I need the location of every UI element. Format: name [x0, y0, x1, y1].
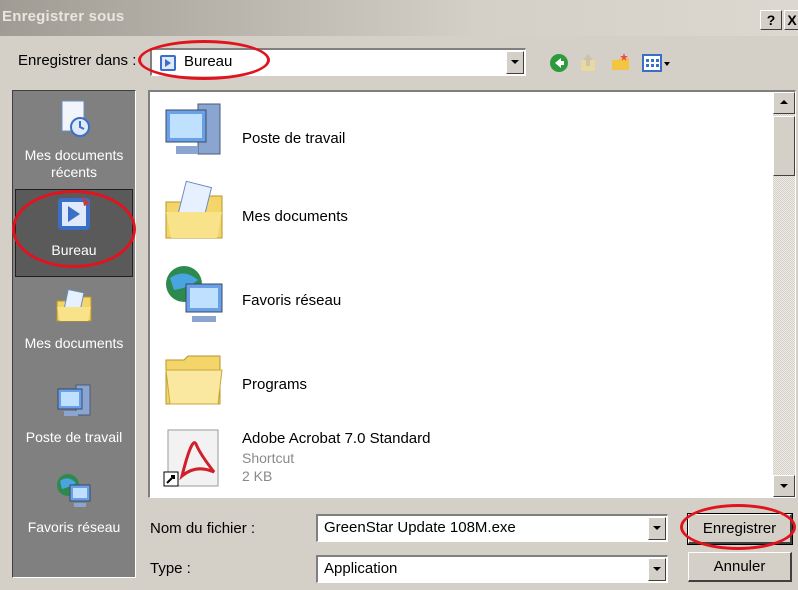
- scroll-thumb[interactable]: [773, 116, 795, 176]
- filename-label: Nom du fichier :: [150, 520, 256, 537]
- help-button[interactable]: ?: [760, 10, 782, 30]
- places-label-my-documents: Mes documents: [24, 335, 124, 351]
- file-name: Adobe Acrobat 7.0 Standard: [242, 430, 431, 447]
- places-label-my-computer: Poste de travail: [25, 429, 123, 445]
- list-item[interactable]: Poste de travail: [158, 98, 718, 168]
- list-item[interactable]: Mes documents: [158, 180, 718, 250]
- list-item[interactable]: Programs: [158, 346, 718, 416]
- list-item[interactable]: Favoris réseau: [158, 262, 718, 332]
- places-label-network: Favoris réseau: [27, 519, 121, 535]
- location-dropdown[interactable]: Bureau: [150, 48, 526, 76]
- file-type: Shortcut: [242, 450, 295, 466]
- folder-icon: [165, 355, 223, 405]
- type-label: Type :: [150, 560, 191, 577]
- filename-value[interactable]: GreenStar Update 108M.exe: [324, 519, 516, 536]
- network-places-icon: [166, 266, 223, 322]
- window-title: Enregistrer sous: [2, 8, 125, 25]
- list-item[interactable]: Adobe Acrobat 7.0 Standard Shortcut 2 KB: [158, 426, 718, 496]
- my-documents-icon: [165, 180, 223, 239]
- type-value: Application: [324, 560, 398, 577]
- desktop-icon: [58, 196, 90, 230]
- file-name: Poste de travail: [242, 130, 346, 147]
- back-arrow-icon[interactable]: [548, 52, 570, 74]
- places-label-recent: Mes documents récents: [24, 147, 124, 180]
- location-dropdown-arrow[interactable]: [506, 51, 524, 74]
- location-value: Bureau: [184, 53, 233, 70]
- places-item-recent[interactable]: Mes documents récents: [15, 99, 133, 181]
- places-item-network[interactable]: Favoris réseau: [15, 471, 133, 536]
- places-label-desktop: Bureau: [51, 242, 97, 258]
- my-computer-icon: [165, 103, 221, 155]
- filename-field[interactable]: GreenStar Update 108M.exe: [316, 514, 668, 542]
- new-folder-icon[interactable]: [610, 52, 632, 74]
- desktop-icon: [160, 55, 176, 71]
- places-bar: Mes documents récents Bureau Mes documen…: [12, 90, 136, 578]
- network-places-icon: [57, 474, 91, 507]
- file-name: Programs: [242, 376, 308, 393]
- save-button[interactable]: Enregistrer: [687, 513, 793, 545]
- acrobat-shortcut-icon: [163, 429, 219, 487]
- filename-dropdown-arrow[interactable]: [648, 517, 666, 540]
- type-dropdown-arrow[interactable]: [648, 558, 666, 581]
- file-name: Mes documents: [242, 208, 348, 225]
- recent-documents-icon: [61, 100, 90, 137]
- places-item-my-computer[interactable]: Poste de travail: [15, 381, 133, 446]
- places-item-desktop[interactable]: Bureau: [15, 189, 133, 277]
- vertical-scrollbar[interactable]: [773, 92, 795, 497]
- up-folder-icon[interactable]: [578, 52, 600, 74]
- scroll-up-button[interactable]: [773, 92, 795, 114]
- file-name: Favoris réseau: [242, 292, 342, 309]
- my-documents-icon: [56, 288, 92, 322]
- type-select[interactable]: Application: [316, 555, 668, 583]
- cancel-button[interactable]: Annuler: [688, 552, 792, 582]
- save-in-label: Enregistrer dans :: [18, 52, 137, 69]
- view-menu-icon[interactable]: [642, 52, 672, 74]
- scroll-down-button[interactable]: [773, 475, 795, 497]
- file-list[interactable]: Poste de travail Mes documents Favoris r…: [148, 90, 796, 498]
- close-button[interactable]: X: [784, 10, 798, 30]
- places-item-my-documents[interactable]: Mes documents: [15, 287, 133, 352]
- my-computer-icon: [57, 384, 91, 416]
- file-size: 2 KB: [242, 468, 273, 484]
- title-bar[interactable]: Enregistrer sous ? X: [0, 0, 798, 36]
